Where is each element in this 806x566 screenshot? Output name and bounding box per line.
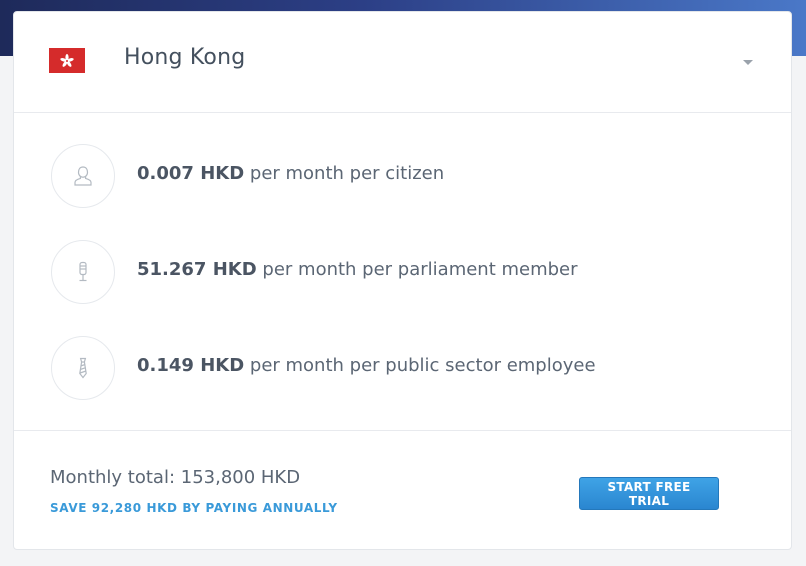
- pricing-amount: 0.007 HKD: [137, 163, 245, 184]
- pricing-description: per month per citizen: [249, 163, 445, 184]
- pricing-row-parliament: 51.267 HKD per month per parliament memb…: [14, 237, 791, 307]
- pricing-description: per month per public sector employee: [249, 355, 596, 376]
- person-icon: [51, 144, 115, 208]
- pricing-row-text: 0.007 HKD per month per citizen: [137, 163, 444, 184]
- chevron-down-icon[interactable]: [743, 60, 753, 65]
- pricing-amount: 51.267 HKD: [137, 259, 257, 280]
- country-selector[interactable]: Hong Kong: [14, 12, 791, 113]
- pricing-amount: 0.149 HKD: [137, 355, 245, 376]
- pricing-row-citizen: 0.007 HKD per month per citizen: [14, 141, 791, 211]
- pricing-row-text: 0.149 HKD per month per public sector em…: [137, 355, 596, 376]
- necktie-icon: [51, 336, 115, 400]
- monthly-total: Monthly total: 153,800 HKD: [50, 467, 301, 488]
- microphone-icon: [51, 240, 115, 304]
- pricing-footer: Monthly total: 153,800 HKD SAVE 92,280 H…: [14, 430, 791, 551]
- pay-annually-link[interactable]: SAVE 92,280 HKD BY PAYING ANNUALLY: [50, 501, 338, 515]
- pricing-row-text: 51.267 HKD per month per parliament memb…: [137, 259, 578, 280]
- pricing-description: per month per parliament member: [262, 259, 578, 280]
- pricing-row-public-sector: 0.149 HKD per month per public sector em…: [14, 333, 791, 403]
- start-free-trial-button[interactable]: START FREE TRIAL: [579, 477, 719, 510]
- pricing-card: Hong Kong 0.007 HKD per month per citize…: [13, 11, 792, 550]
- country-name: Hong Kong: [124, 45, 246, 70]
- hong-kong-flag-icon: [49, 48, 85, 73]
